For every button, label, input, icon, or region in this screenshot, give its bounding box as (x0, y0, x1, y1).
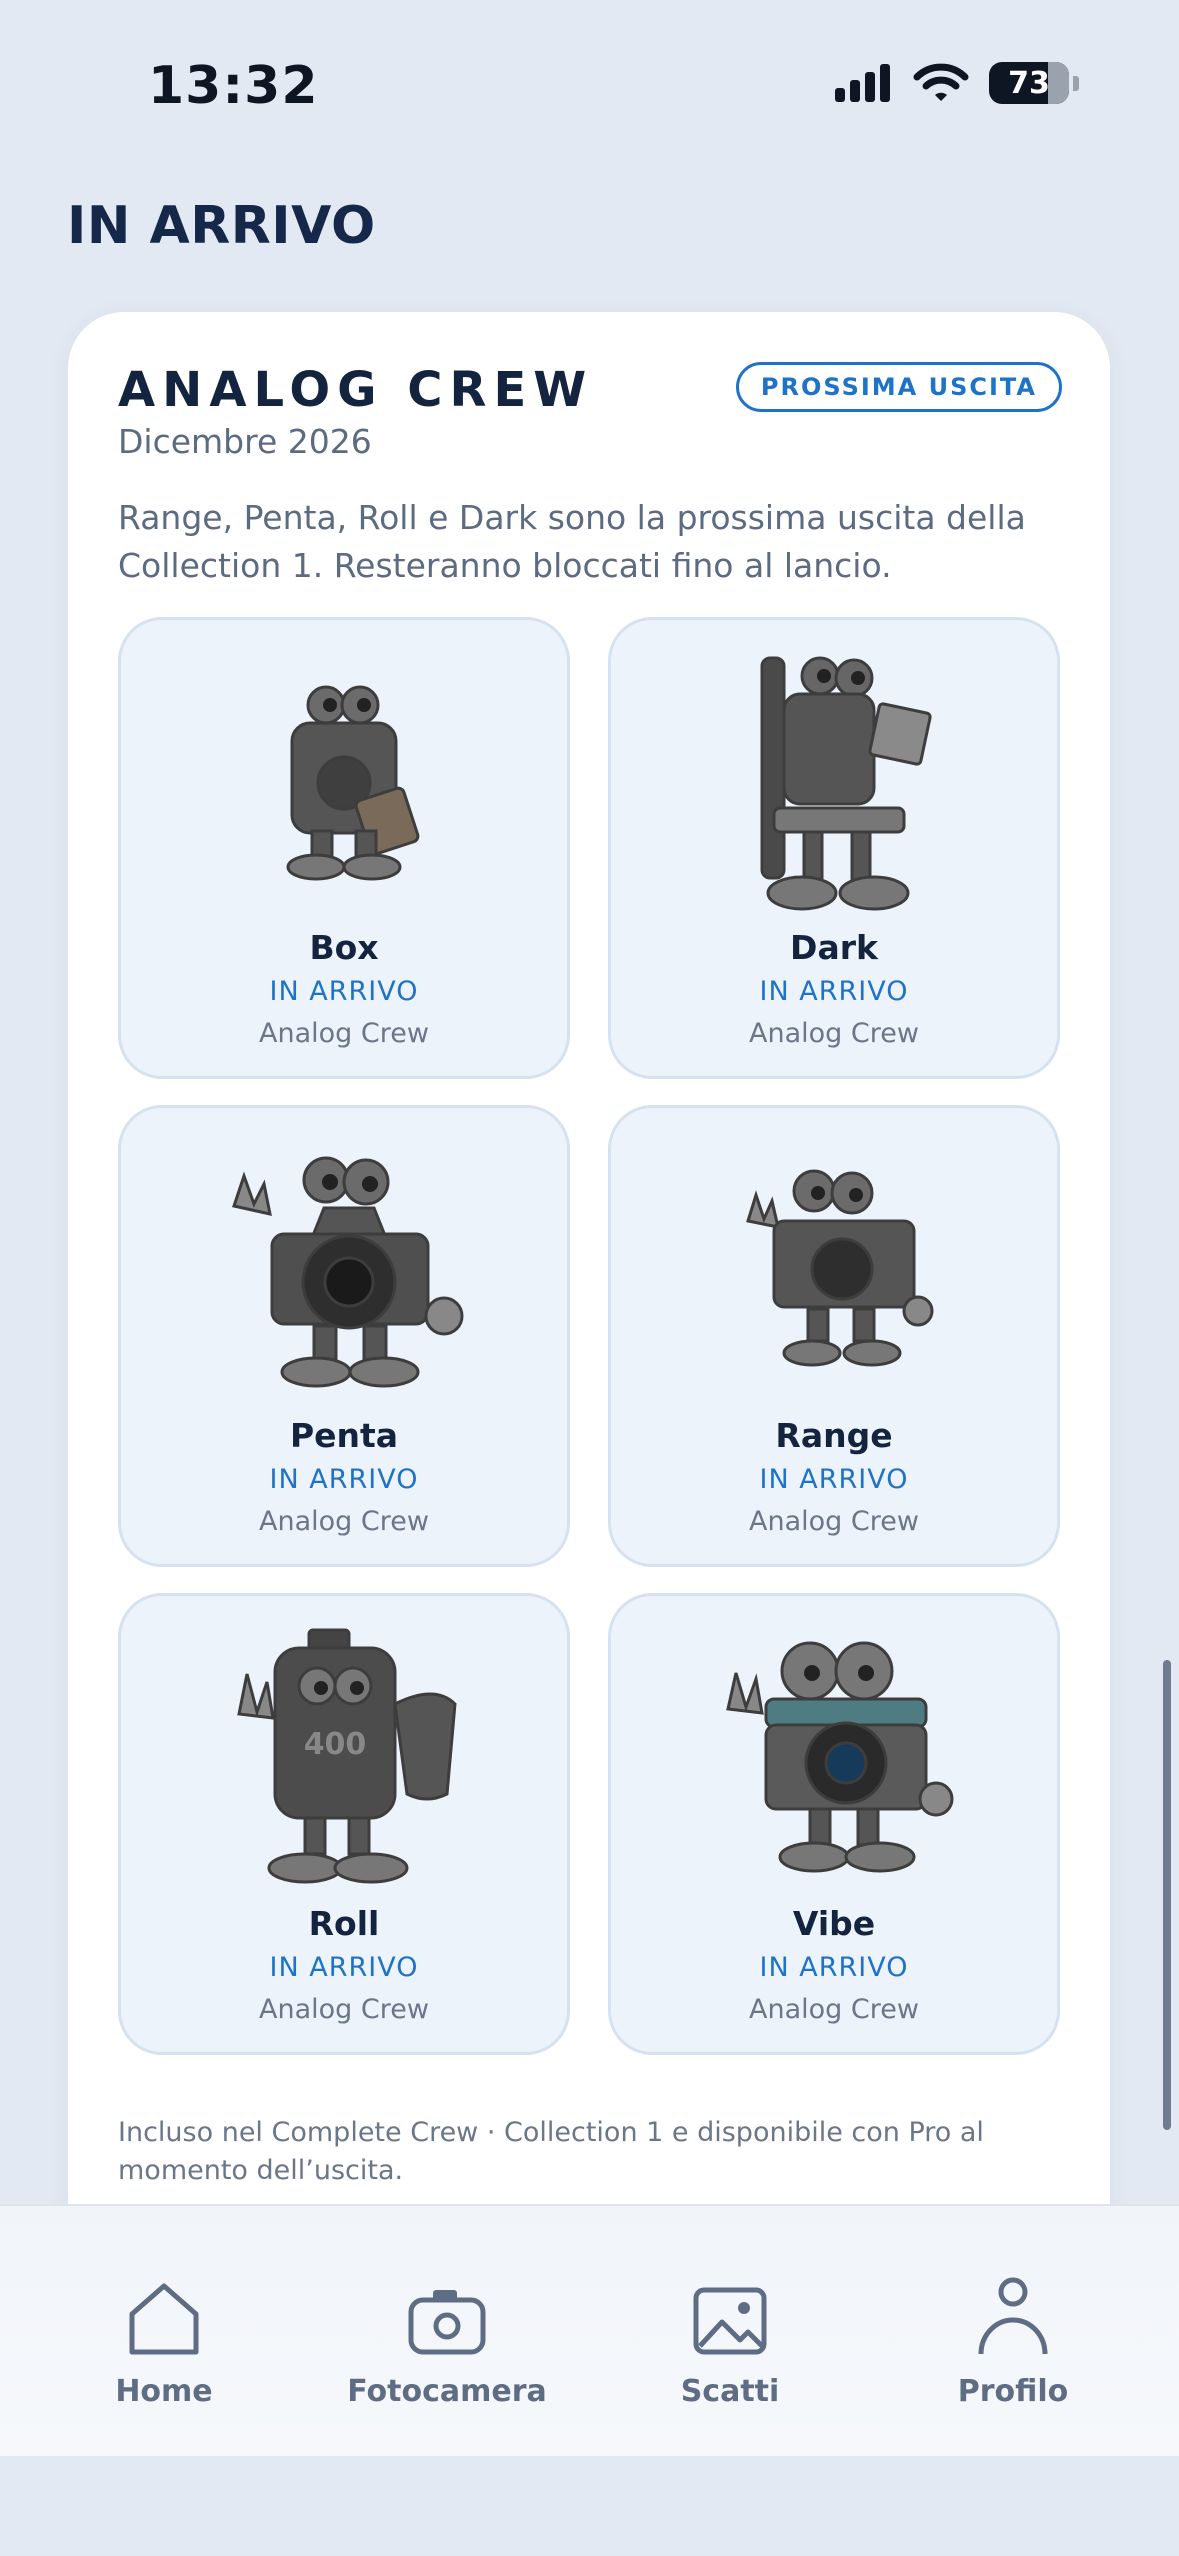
tab-profile[interactable]: Profilo (893, 2266, 1133, 2409)
tab-label: Profilo (957, 2374, 1069, 2409)
section-title: IN ARRIVO (67, 196, 376, 256)
mascot-crew: Analog Crew (259, 1506, 429, 1537)
mascot-status: IN ARRIVO (759, 1464, 909, 1495)
analog-crew-card: ANALOG CREW Dicembre 2026 PROSSIMA USCIT… (68, 312, 1110, 2272)
film-roll-mascot-icon: 400 (237, 1628, 457, 1884)
camera-icon (408, 2290, 486, 2355)
mascot-crew: Analog Crew (749, 1018, 919, 1049)
mascot-crew: Analog Crew (259, 1018, 429, 1049)
svg-text:400: 400 (304, 1727, 367, 1762)
mascot-tile-box[interactable]: Box IN ARRIVO Analog Crew (118, 617, 570, 1079)
status-time: 13:32 (148, 56, 319, 116)
tab-shots[interactable]: Scatti (610, 2266, 850, 2409)
tab-bar: Home Fotocamera Scatti Profilo (0, 2204, 1179, 2456)
mascot-tile-range[interactable]: Range IN ARRIVO Analog Crew (608, 1105, 1060, 1567)
mascot-name: Box (309, 928, 379, 967)
profile-icon (978, 2277, 1048, 2355)
slr-camera-mascot-icon (232, 1156, 464, 1388)
photos-icon (693, 2287, 767, 2355)
battery-cap (1073, 75, 1079, 91)
instant-camera-mascot-icon (726, 1641, 954, 1873)
next-release-badge: PROSSIMA USCITA (735, 362, 1062, 412)
mascot-name: Penta (289, 1416, 399, 1455)
crew-date: Dicembre 2026 (118, 422, 372, 461)
home-icon (129, 2283, 199, 2355)
mascot-tile-penta[interactable]: Penta IN ARRIVO Analog Crew (118, 1105, 570, 1567)
mascot-crew: Analog Crew (749, 1994, 919, 2025)
tab-label: Fotocamera (347, 2374, 547, 2409)
mascot-name: Range (775, 1416, 893, 1455)
mascot-crew: Analog Crew (749, 1506, 919, 1537)
mascot-status: IN ARRIVO (759, 1952, 909, 1983)
mascot-tile-vibe[interactable]: Vibe IN ARRIVO Analog Crew (608, 1593, 1060, 2055)
mascot-status: IN ARRIVO (759, 976, 909, 1007)
tab-label: Home (115, 2374, 213, 2409)
mascot-name: Dark (790, 928, 878, 967)
mascot-status: IN ARRIVO (269, 976, 419, 1007)
mascot-tile-roll[interactable]: 400 Roll IN ARRIVO Analog Crew (118, 1593, 570, 2055)
tab-label: Scatti (680, 2374, 780, 2409)
scroll-indicator[interactable] (1163, 1660, 1171, 2130)
tab-home[interactable]: Home (44, 2266, 284, 2409)
crew-description: Range, Penta, Roll e Dark sono la prossi… (118, 498, 1026, 585)
mascot-name: Roll (308, 1904, 380, 1943)
box-camera-mascot-icon (286, 685, 420, 881)
mascot-status: IN ARRIVO (269, 1952, 419, 1983)
mascot-tile-dark[interactable]: Dark IN ARRIVO Analog Crew (608, 617, 1060, 1079)
mascot-grid: Box IN ARRIVO Analog Crew Dark IN ARRIVO… (118, 617, 1060, 2055)
battery-level: 73 (1008, 65, 1050, 101)
rangefinder-mascot-icon (746, 1169, 934, 1367)
mascot-name: Vibe (792, 1904, 876, 1943)
battery-indicator: 73 (989, 62, 1069, 104)
mascot-crew: Analog Crew (259, 1994, 429, 2025)
mascot-status: IN ARRIVO (269, 1464, 419, 1495)
darkroom-enlarger-mascot-icon (760, 656, 932, 911)
cellular-signal-icon (835, 64, 890, 102)
status-icons: 73 (835, 62, 1079, 104)
footer-note: Incluso nel Complete Crew · Collection 1… (118, 2117, 984, 2186)
tab-camera[interactable]: Fotocamera (327, 2266, 567, 2409)
crew-title: ANALOG CREW (118, 362, 594, 418)
wifi-icon (913, 63, 969, 101)
